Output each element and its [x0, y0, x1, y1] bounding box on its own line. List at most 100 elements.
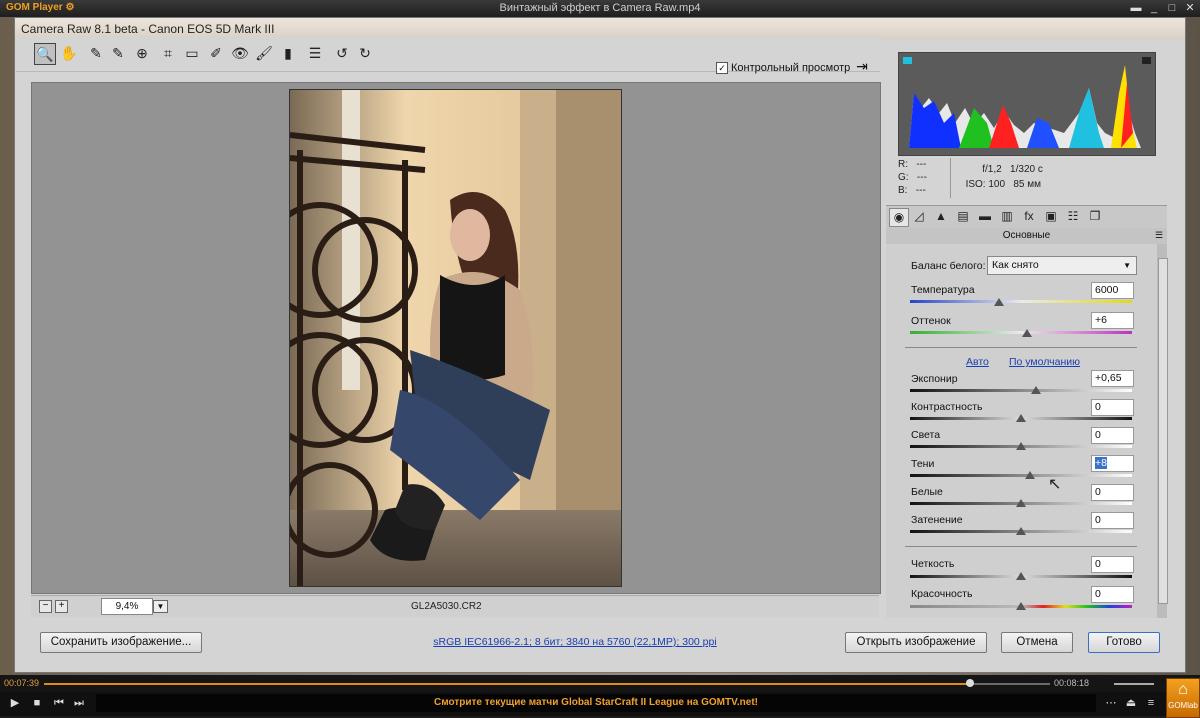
- checkbox-icon[interactable]: ✓: [716, 62, 728, 75]
- whites-field[interactable]: 0: [1091, 484, 1134, 501]
- zoom-in-button[interactable]: +: [55, 600, 68, 613]
- tab-hsl-icon[interactable]: ▤: [954, 208, 972, 225]
- white-balance-value: Как снято: [992, 259, 1039, 271]
- preferences-icon[interactable]: ☰: [305, 43, 325, 63]
- r-value: ---: [916, 159, 927, 170]
- auto-link[interactable]: Авто: [966, 356, 989, 368]
- tab-effects-icon[interactable]: fx: [1020, 208, 1038, 225]
- shadows-slider-thumb[interactable]: [1025, 471, 1035, 479]
- white-balance-tool-icon[interactable]: ✎: [86, 43, 106, 63]
- tab-snapshots-icon[interactable]: ❐: [1086, 208, 1104, 225]
- gomlab-button[interactable]: ⌂ GOMlab: [1166, 678, 1200, 718]
- preview-checkbox[interactable]: ✓ Контрольный просмотр: [716, 62, 850, 75]
- focal-length: 85 мм: [1013, 179, 1042, 190]
- highlights-slider-thumb[interactable]: [1016, 442, 1026, 450]
- tab-split-toning-icon[interactable]: ▬: [976, 208, 994, 225]
- gomlab-label: GOMlab: [1168, 701, 1198, 710]
- next-icon[interactable]: ⏭: [72, 696, 86, 710]
- home-icon: ⌂: [1178, 681, 1188, 698]
- rgb-readout: R: --- G: --- B: ---: [898, 158, 927, 197]
- shadows-field[interactable]: +8: [1091, 455, 1134, 472]
- spot-removal-tool-icon[interactable]: ✐: [206, 43, 226, 63]
- tab-lens-icon[interactable]: ▥: [998, 208, 1016, 225]
- targeted-adjust-tool-icon[interactable]: ⊕: [132, 43, 152, 63]
- done-button[interactable]: Готово: [1088, 632, 1160, 653]
- open-image-button[interactable]: Открыть изображение: [845, 632, 987, 653]
- close-icon[interactable]: ✕: [1182, 1, 1198, 15]
- scrollbar-thumb[interactable]: [1158, 258, 1168, 604]
- tab-camera-calibration-icon[interactable]: ▣: [1042, 208, 1060, 225]
- zoom-out-button[interactable]: −: [39, 600, 52, 613]
- rotate-left-icon[interactable]: ↺: [332, 43, 352, 63]
- dialog-title: Camera Raw 8.1 beta - Canon EOS 5D Mark …: [21, 22, 275, 36]
- red-eye-tool-icon[interactable]: 👁: [230, 43, 250, 63]
- hand-tool-icon[interactable]: ✋: [59, 43, 79, 63]
- mouse-cursor-icon: ↖: [1048, 476, 1062, 493]
- white-balance-select[interactable]: Как снято ▼: [987, 256, 1137, 275]
- temperature-slider-thumb[interactable]: [994, 298, 1004, 306]
- exposure-field[interactable]: +0,65: [1091, 370, 1134, 387]
- vibrance-label: Красочность: [911, 588, 973, 600]
- tab-detail-icon[interactable]: ▲: [932, 208, 950, 225]
- player-title: Винтажный эффект в Camera Raw.mp4: [499, 2, 701, 14]
- blacks-slider-thumb[interactable]: [1016, 527, 1026, 535]
- playlist-icon[interactable]: ⋯: [1104, 696, 1118, 710]
- temperature-slider[interactable]: [910, 300, 1132, 303]
- highlights-field[interactable]: 0: [1091, 427, 1134, 444]
- g-value: ---: [916, 172, 927, 183]
- zoom-level-field[interactable]: 9,4%: [101, 598, 153, 615]
- seek-handle[interactable]: [965, 679, 974, 687]
- eject-icon[interactable]: ⏏: [1124, 696, 1138, 710]
- tab-presets-icon[interactable]: ☷: [1064, 208, 1082, 225]
- contrast-slider-thumb[interactable]: [1016, 414, 1026, 422]
- exposure-slider-thumb[interactable]: [1031, 386, 1041, 394]
- vibrance-field[interactable]: 0: [1091, 586, 1134, 603]
- fullscreen-icon[interactable]: ⇥: [852, 58, 872, 76]
- color-sampler-tool-icon[interactable]: ✎: [108, 43, 128, 63]
- exposure-slider[interactable]: [910, 389, 1132, 392]
- stop-icon[interactable]: ■: [30, 696, 44, 710]
- blacks-field[interactable]: 0: [1091, 512, 1134, 529]
- temperature-field[interactable]: 6000: [1091, 282, 1134, 299]
- adjustment-brush-icon[interactable]: 🖌: [254, 43, 274, 63]
- menu-icon[interactable]: ≡: [1144, 696, 1158, 710]
- histogram: [898, 52, 1156, 156]
- rotate-right-icon[interactable]: ↻: [355, 43, 375, 63]
- zoom-dropdown-icon[interactable]: ▼: [153, 600, 168, 613]
- workflow-options-link[interactable]: sRGB IEC61966-2.1; 8 бит; 3840 на 5760 (…: [390, 636, 760, 648]
- shadows-slider[interactable]: [910, 474, 1132, 477]
- straighten-tool-icon[interactable]: ▭: [182, 43, 202, 63]
- separator: [905, 546, 1137, 547]
- crop-tool-icon[interactable]: ⌗: [158, 43, 178, 63]
- volume-slider[interactable]: [1114, 683, 1154, 685]
- tab-basic-icon[interactable]: ◉: [889, 208, 909, 227]
- tab-tone-curve-icon[interactable]: ◿: [910, 208, 928, 225]
- graduated-filter-icon[interactable]: ▮: [278, 43, 298, 63]
- tint-slider-thumb[interactable]: [1022, 329, 1032, 337]
- zoom-tool-icon[interactable]: 🔍: [34, 43, 56, 65]
- file-name: GL2A5030.CR2: [411, 601, 482, 612]
- player-controls: ▶ ■ ⏮ ⏭ Смотрите текущие матчи Global St…: [0, 678, 1200, 718]
- clarity-slider-thumb[interactable]: [1016, 572, 1026, 580]
- whites-label: Белые: [911, 486, 943, 498]
- previous-icon[interactable]: ⏮: [52, 696, 66, 710]
- play-icon[interactable]: ▶: [8, 696, 22, 710]
- whites-slider-thumb[interactable]: [1016, 499, 1026, 507]
- default-link[interactable]: По умолчанию: [1009, 356, 1080, 368]
- aperture: f/1,2: [982, 164, 1002, 175]
- exposure-label: Экспонир: [911, 373, 958, 385]
- minimize-icon[interactable]: _: [1146, 1, 1162, 15]
- pin-icon[interactable]: ▬: [1128, 1, 1144, 15]
- clarity-field[interactable]: 0: [1091, 556, 1134, 573]
- vibrance-slider-thumb[interactable]: [1016, 602, 1026, 610]
- news-ticker[interactable]: Смотрите текущие матчи Global StarCraft …: [96, 694, 1096, 712]
- seekbar[interactable]: 00:07:39 00:08:18: [0, 675, 1200, 692]
- b-label: B:: [898, 185, 908, 196]
- cancel-button[interactable]: Отмена: [1001, 632, 1073, 653]
- tint-field[interactable]: +6: [1091, 312, 1134, 329]
- contrast-field[interactable]: 0: [1091, 399, 1134, 416]
- save-image-button[interactable]: Сохранить изображение...: [40, 632, 202, 653]
- tint-slider[interactable]: [910, 331, 1132, 334]
- maximize-icon[interactable]: □: [1164, 1, 1180, 15]
- panel-menu-icon[interactable]: ☰: [1155, 230, 1163, 241]
